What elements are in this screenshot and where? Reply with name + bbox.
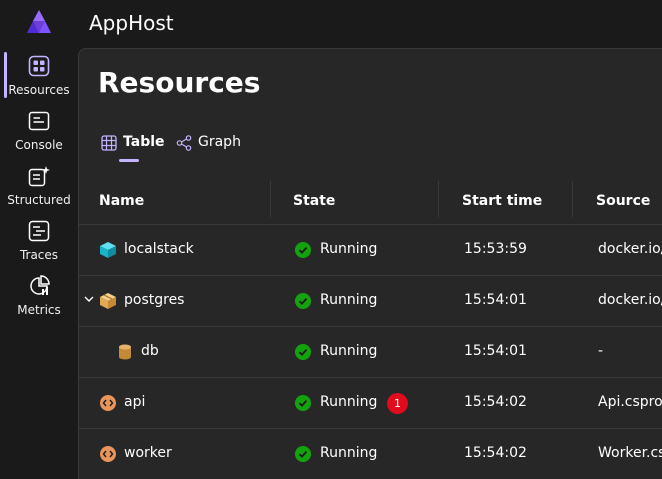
source-text: docker.io/: [598, 241, 662, 257]
sidebar-item-label: Resources: [8, 83, 70, 97]
resources-icon: [28, 55, 50, 77]
package-icon: [100, 293, 116, 309]
resource-name[interactable]: localstack: [124, 241, 194, 257]
resource-name[interactable]: postgres: [124, 292, 184, 308]
resource-name[interactable]: api: [124, 394, 145, 410]
tab-selected-indicator: [119, 159, 139, 162]
start-time: 15:54:01: [464, 292, 527, 308]
column-header-source[interactable]: Source: [596, 193, 650, 209]
sidebar-item-console[interactable]: Console: [0, 105, 78, 159]
sidebar-item-label: Traces: [19, 248, 59, 262]
grid-header: Name State Start time Source: [79, 181, 662, 225]
column-header-name[interactable]: Name: [99, 193, 144, 209]
container-icon: [100, 242, 116, 258]
page-title: Resources: [98, 66, 261, 99]
resource-name[interactable]: db: [141, 343, 159, 359]
state-text: Running: [320, 394, 378, 410]
start-time: 15:54:02: [464, 445, 527, 461]
source-text: Api.csproj: [598, 394, 662, 410]
app-title: AppHost: [89, 11, 174, 35]
chevron-down-icon[interactable]: [83, 293, 95, 305]
tab-label: Table: [123, 134, 165, 150]
table-icon: [101, 135, 117, 151]
tab-label: Graph: [198, 134, 241, 150]
running-status-icon: [295, 242, 311, 258]
sidebar-item-resources[interactable]: Resources: [0, 50, 78, 104]
database-icon: [119, 344, 131, 360]
traces-icon: [28, 220, 50, 242]
table-row[interactable]: worker Running 15:54:02 Worker.cs: [79, 429, 662, 479]
source-text: Worker.cs: [598, 445, 662, 461]
table-row[interactable]: postgres Running 15:54:01 docker.io/: [79, 276, 662, 327]
column-divider[interactable]: [270, 181, 271, 217]
tab-graph[interactable]: Graph: [173, 131, 243, 157]
aspire-logo-icon[interactable]: [26, 9, 52, 35]
project-icon: [100, 446, 116, 462]
state-text: Running: [320, 445, 378, 461]
sidebar-item-label: Console: [15, 138, 63, 152]
state-text: Running: [320, 343, 378, 359]
main-panel: Resources Table Graph Name State Start t…: [78, 48, 662, 479]
running-status-icon: [295, 293, 311, 309]
column-header-start-time[interactable]: Start time: [462, 193, 542, 209]
sidebar-item-metrics[interactable]: Metrics: [0, 270, 78, 324]
running-status-icon: [295, 395, 311, 411]
structured-icon: [28, 166, 50, 187]
table-row[interactable]: api Running 1 15:54:02 Api.csproj: [79, 378, 662, 429]
state-text: Running: [320, 241, 378, 257]
start-time: 15:54:01: [464, 343, 527, 359]
tab-table[interactable]: Table: [98, 131, 165, 162]
running-status-icon: [295, 344, 311, 360]
sidebar-item-label: Structured: [7, 193, 71, 207]
project-icon: [100, 395, 116, 411]
column-divider[interactable]: [438, 181, 439, 217]
state-text: Running: [320, 292, 378, 308]
error-count-badge[interactable]: 1: [387, 393, 408, 414]
sidebar-item-traces[interactable]: Traces: [0, 215, 78, 269]
column-header-state[interactable]: State: [293, 193, 335, 209]
metrics-icon: [30, 275, 50, 295]
top-bar: AppHost: [0, 0, 662, 48]
resource-name[interactable]: worker: [124, 445, 172, 461]
sidebar-item-structured[interactable]: Structured: [0, 160, 78, 214]
sidebar: Resources Console Structured Traces Metr…: [0, 48, 78, 479]
console-icon: [28, 111, 50, 131]
graph-icon: [176, 135, 192, 151]
running-status-icon: [295, 446, 311, 462]
source-text: docker.io/: [598, 292, 662, 308]
column-divider[interactable]: [572, 181, 573, 217]
table-row[interactable]: localstack Running 15:53:59 docker.io/: [79, 225, 662, 276]
start-time: 15:53:59: [464, 241, 527, 257]
start-time: 15:54:02: [464, 394, 527, 410]
sidebar-item-label: Metrics: [17, 303, 61, 317]
source-text: -: [598, 343, 604, 359]
table-row[interactable]: db Running 15:54:01 -: [79, 327, 662, 378]
